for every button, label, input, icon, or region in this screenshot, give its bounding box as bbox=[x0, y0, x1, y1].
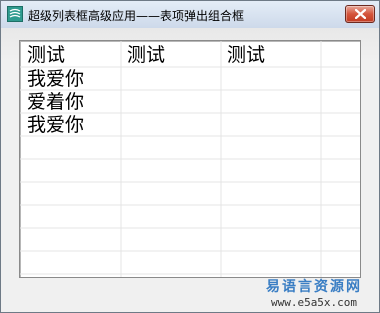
close-button[interactable] bbox=[345, 5, 375, 23]
header-cell-2[interactable]: 测试 bbox=[127, 45, 165, 65]
watermark-url: www.e5a5x.com bbox=[270, 296, 358, 309]
watermark: 易语言资源网 www.e5a5x.com bbox=[254, 276, 374, 309]
watermark-site-name: 易语言资源网 bbox=[266, 279, 362, 295]
header-cell-1[interactable]: 测试 bbox=[27, 45, 65, 65]
header-cell-3[interactable]: 测试 bbox=[227, 45, 265, 65]
list-cell-row3-col1[interactable]: 我爱你 bbox=[27, 115, 84, 135]
list-cell-row1-col1[interactable]: 我爱你 bbox=[27, 69, 84, 89]
title-bar[interactable]: 超级列表框高级应用——表项弹出组合框 bbox=[1, 1, 379, 28]
window-title: 超级列表框高级应用——表项弹出组合框 bbox=[28, 9, 245, 23]
list-cell-row2-col1[interactable]: 爱着你 bbox=[27, 92, 84, 112]
app-icon bbox=[7, 6, 23, 22]
close-icon bbox=[355, 9, 366, 19]
super-list-box[interactable]: 测试 测试 测试 我爱你 爱着你 我爱你 bbox=[19, 40, 361, 278]
